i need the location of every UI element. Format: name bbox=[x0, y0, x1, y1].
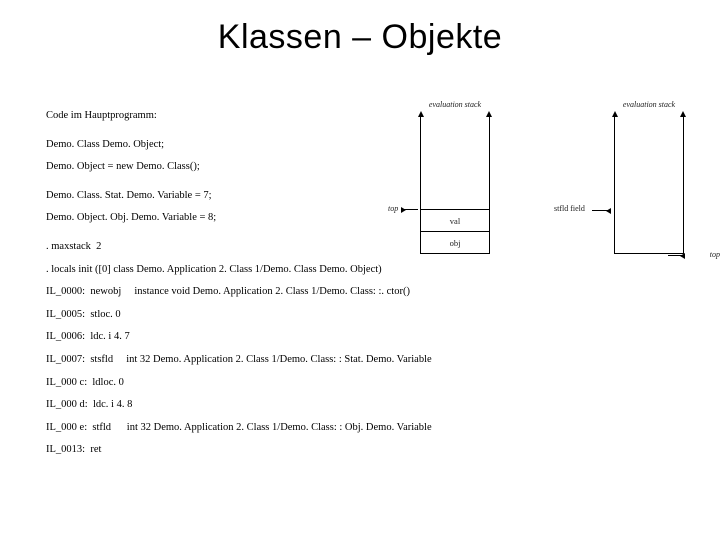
stack-diagrams: evaluation stack val obj top evaluation … bbox=[390, 104, 714, 254]
code-heading: Code im Hauptprogramm: bbox=[46, 110, 432, 123]
stack-cell-obj: obj bbox=[421, 231, 489, 253]
source-line: Demo. Class Demo. Object; bbox=[46, 139, 432, 152]
arrow-up-icon bbox=[418, 111, 424, 117]
stfld-label: stfld field bbox=[554, 204, 585, 213]
il-line: IL_0005: stloc. 0 bbox=[46, 309, 432, 322]
top-label: top bbox=[388, 204, 398, 213]
il-line: IL_000 e: stfld int 32 Demo. Application… bbox=[46, 422, 432, 435]
top-label: top bbox=[710, 250, 720, 259]
arrow-right-icon bbox=[402, 209, 418, 210]
il-line: IL_0006: ldc. i 4. 7 bbox=[46, 331, 432, 344]
source-line: Demo. Object. Obj. Demo. Variable = 8; bbox=[46, 212, 432, 225]
stack-left: evaluation stack val obj top bbox=[390, 104, 520, 254]
stack-right: evaluation stack stfld field top bbox=[584, 104, 714, 254]
eval-stack-label: evaluation stack bbox=[623, 100, 675, 109]
il-line: IL_0000: newobj instance void Demo. Appl… bbox=[46, 286, 432, 299]
eval-stack-label: evaluation stack bbox=[429, 100, 481, 109]
arrow-left-icon bbox=[592, 210, 610, 211]
il-line: IL_0013: ret bbox=[46, 444, 432, 457]
stack-u-shape bbox=[614, 116, 684, 254]
stack-u-shape: val obj bbox=[420, 116, 490, 254]
arrow-left-icon bbox=[668, 255, 684, 256]
il-line: IL_000 c: ldloc. 0 bbox=[46, 377, 432, 390]
arrow-up-icon bbox=[612, 111, 618, 117]
il-line: . maxstack 2 bbox=[46, 241, 432, 254]
arrow-up-icon bbox=[680, 111, 686, 117]
code-block: Code im Hauptprogramm: Demo. Class Demo.… bbox=[46, 110, 432, 467]
il-line: . locals init ([0] class Demo. Applicati… bbox=[46, 264, 432, 277]
arrow-up-icon bbox=[486, 111, 492, 117]
stack-cell-val: val bbox=[421, 209, 489, 231]
source-line: Demo. Class. Stat. Demo. Variable = 7; bbox=[46, 190, 432, 203]
page-title: Klassen – Objekte bbox=[0, 18, 720, 57]
source-line: Demo. Object = new Demo. Class(); bbox=[46, 161, 432, 174]
il-line: IL_000 d: ldc. i 4. 8 bbox=[46, 399, 432, 412]
il-line: IL_0007: stsfld int 32 Demo. Application… bbox=[46, 354, 432, 367]
